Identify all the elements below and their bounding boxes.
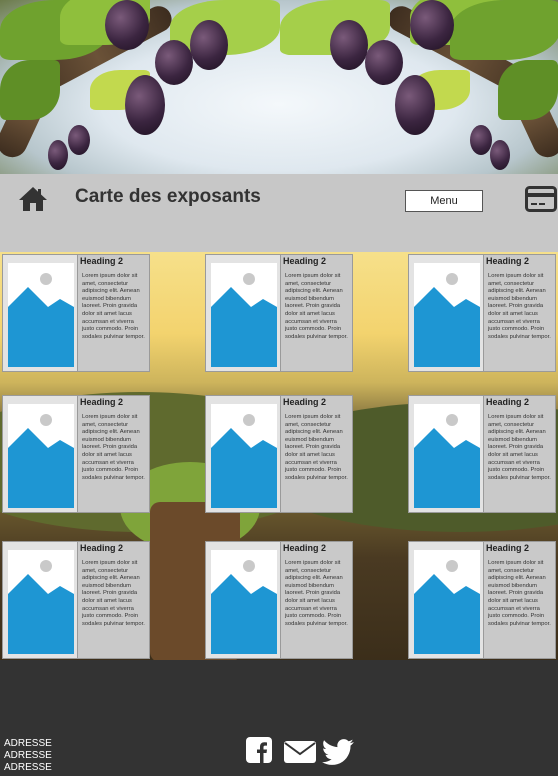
exhibitor-heading: Heading 2 xyxy=(486,397,530,407)
image-placeholder xyxy=(408,254,484,372)
image-placeholder-icon xyxy=(211,404,277,508)
exhibitor-card[interactable]: Heading 2 Lorem ipsum dolor sit amet, co… xyxy=(408,254,556,372)
image-placeholder xyxy=(205,395,281,513)
image-placeholder xyxy=(2,541,78,659)
exhibitor-card-body: Heading 2 Lorem ipsum dolor sit amet, co… xyxy=(484,541,556,659)
exhibitor-description: Lorem ipsum dolor sit amet, consectetur … xyxy=(82,560,145,627)
exhibitor-card-body: Heading 2 Lorem ipsum dolor sit amet, co… xyxy=(281,254,353,372)
exhibitor-description: Lorem ipsum dolor sit amet, consectetur … xyxy=(488,414,551,481)
facebook-icon xyxy=(246,737,272,763)
exhibitor-description: Lorem ipsum dolor sit amet, consectetur … xyxy=(285,560,348,627)
exhibitor-card[interactable]: Heading 2 Lorem ipsum dolor sit amet, co… xyxy=(205,254,353,372)
exhibitor-description: Lorem ipsum dolor sit amet, consectetur … xyxy=(488,273,551,340)
exhibitor-heading: Heading 2 xyxy=(80,543,124,553)
home-button[interactable] xyxy=(18,186,48,212)
twitter-icon xyxy=(322,739,354,765)
email-link[interactable] xyxy=(284,741,316,768)
exhibitor-heading: Heading 2 xyxy=(283,397,327,407)
twitter-link[interactable] xyxy=(322,739,354,770)
credit-card-icon xyxy=(525,186,557,212)
address-line: ADRESSE xyxy=(4,750,52,761)
exhibitor-heading: Heading 2 xyxy=(80,397,124,407)
image-placeholder-icon xyxy=(211,263,277,367)
image-placeholder-icon xyxy=(414,550,480,654)
image-placeholder-icon xyxy=(211,550,277,654)
exhibitor-card[interactable]: Heading 2 Lorem ipsum dolor sit amet, co… xyxy=(205,395,353,513)
exhibitor-card-body: Heading 2 Lorem ipsum dolor sit amet, co… xyxy=(78,395,150,513)
page-title: Carte des exposants xyxy=(75,186,261,207)
address-line: ADRESSE xyxy=(4,762,52,773)
image-placeholder xyxy=(2,395,78,513)
exhibitor-description: Lorem ipsum dolor sit amet, consectetur … xyxy=(285,414,348,481)
exhibitor-heading: Heading 2 xyxy=(486,543,530,553)
exhibitor-description: Lorem ipsum dolor sit amet, consectetur … xyxy=(285,273,348,340)
exhibitor-description: Lorem ipsum dolor sit amet, consectetur … xyxy=(82,414,145,481)
exhibitor-description: Lorem ipsum dolor sit amet, consectetur … xyxy=(82,273,145,340)
footer xyxy=(0,660,558,776)
exhibitor-heading: Heading 2 xyxy=(283,543,327,553)
exhibitor-heading: Heading 2 xyxy=(80,256,124,266)
image-placeholder-icon xyxy=(8,550,74,654)
exhibitor-card[interactable]: Heading 2 Lorem ipsum dolor sit amet, co… xyxy=(408,395,556,513)
exhibitor-card-body: Heading 2 Lorem ipsum dolor sit amet, co… xyxy=(281,541,353,659)
exhibitor-card[interactable]: Heading 2 Lorem ipsum dolor sit amet, co… xyxy=(205,541,353,659)
image-placeholder xyxy=(2,254,78,372)
image-placeholder xyxy=(408,541,484,659)
envelope-icon xyxy=(284,741,316,763)
address-line: ADRESSE xyxy=(4,738,52,749)
image-placeholder-icon xyxy=(8,263,74,367)
menu-button[interactable]: Menu xyxy=(405,190,483,212)
home-icon xyxy=(19,187,47,211)
hero-banner xyxy=(0,0,558,174)
image-placeholder xyxy=(205,254,281,372)
image-placeholder-icon xyxy=(414,263,480,367)
exhibitor-card[interactable]: Heading 2 Lorem ipsum dolor sit amet, co… xyxy=(2,254,150,372)
exhibitor-card[interactable]: Heading 2 Lorem ipsum dolor sit amet, co… xyxy=(2,395,150,513)
exhibitor-card-body: Heading 2 Lorem ipsum dolor sit amet, co… xyxy=(484,395,556,513)
exhibitor-heading: Heading 2 xyxy=(486,256,530,266)
exhibitor-card[interactable]: Heading 2 Lorem ipsum dolor sit amet, co… xyxy=(408,541,556,659)
image-placeholder xyxy=(205,541,281,659)
exhibitor-card-body: Heading 2 Lorem ipsum dolor sit amet, co… xyxy=(281,395,353,513)
exhibitor-heading: Heading 2 xyxy=(283,256,327,266)
image-placeholder xyxy=(408,395,484,513)
exhibitor-card-body: Heading 2 Lorem ipsum dolor sit amet, co… xyxy=(484,254,556,372)
image-placeholder-icon xyxy=(8,404,74,508)
facebook-link[interactable] xyxy=(246,737,272,768)
image-placeholder-icon xyxy=(414,404,480,508)
exhibitor-card[interactable]: Heading 2 Lorem ipsum dolor sit amet, co… xyxy=(2,541,150,659)
card-button[interactable] xyxy=(525,186,557,212)
exhibitor-card-body: Heading 2 Lorem ipsum dolor sit amet, co… xyxy=(78,254,150,372)
exhibitor-description: Lorem ipsum dolor sit amet, consectetur … xyxy=(488,560,551,627)
exhibitor-card-body: Heading 2 Lorem ipsum dolor sit amet, co… xyxy=(78,541,150,659)
